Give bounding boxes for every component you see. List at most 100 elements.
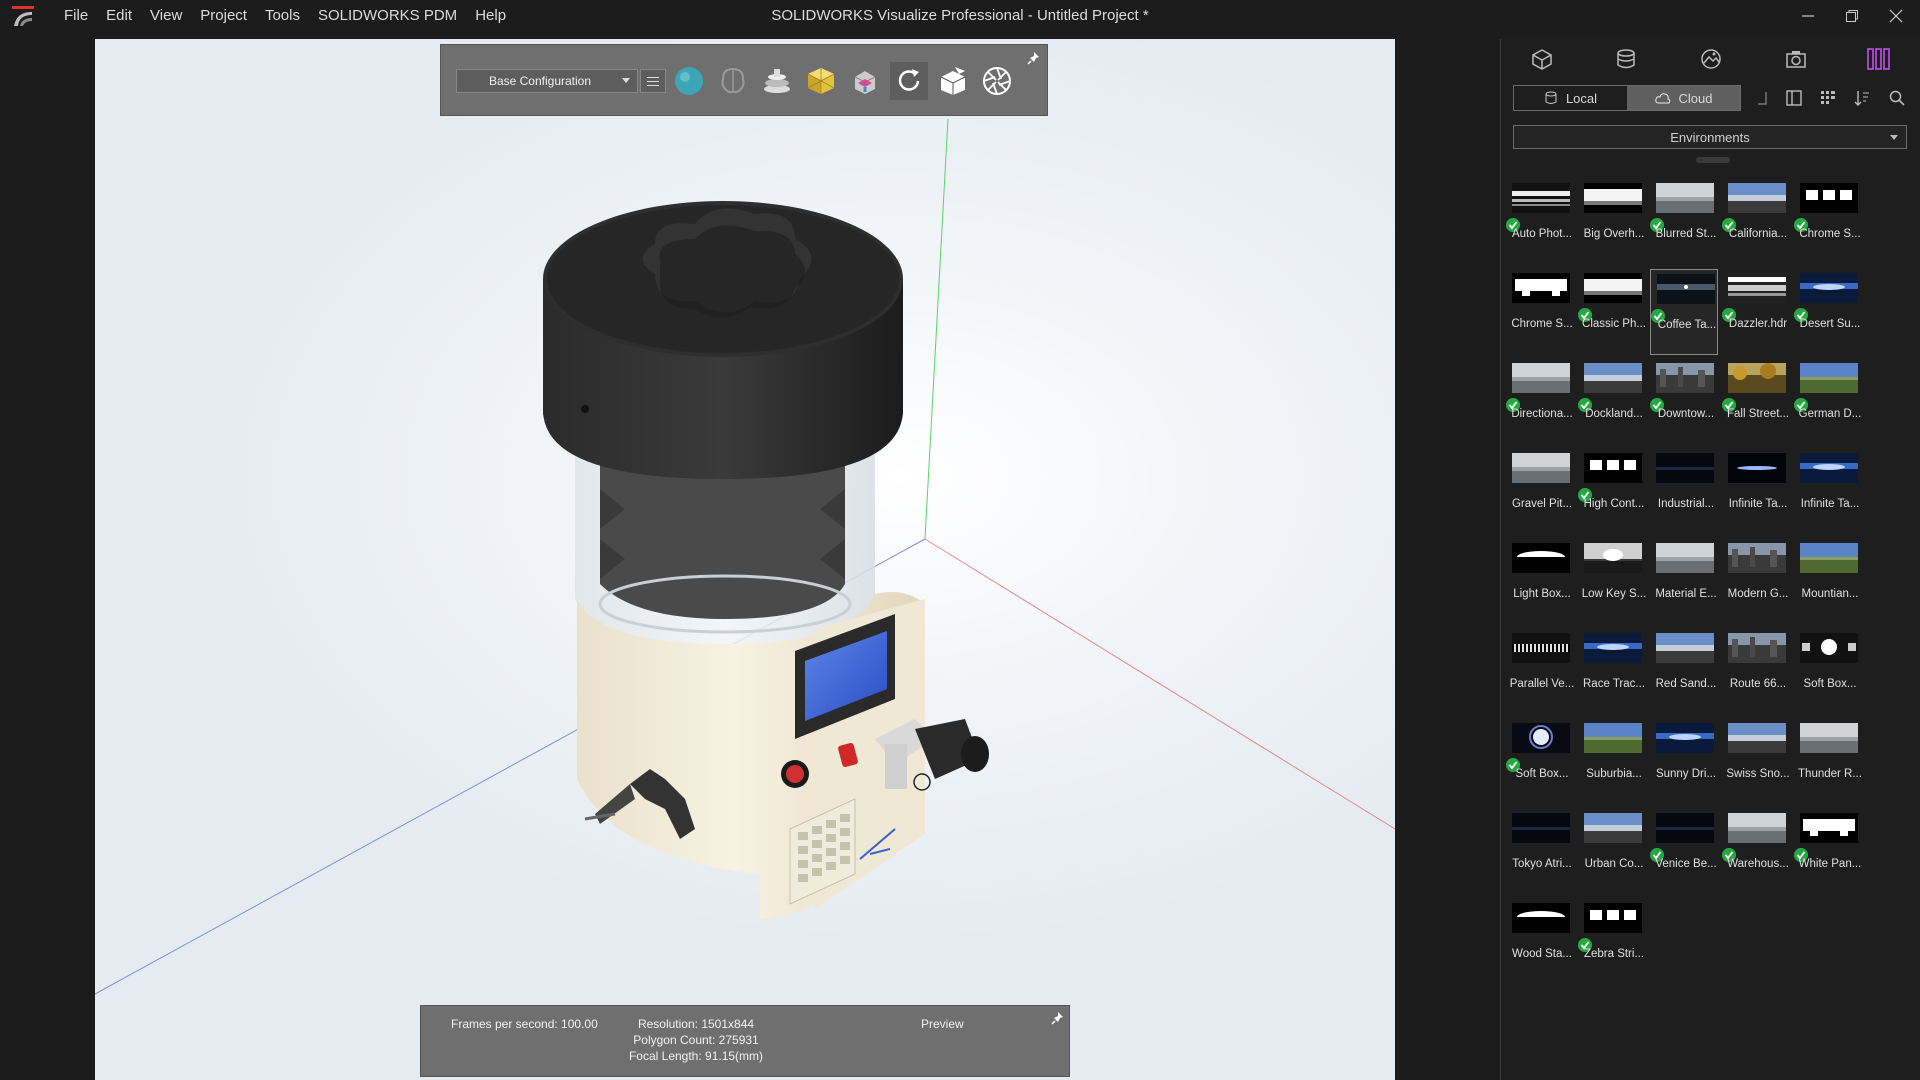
environment-item[interactable]: Directiona...	[1506, 359, 1574, 445]
palette-panel: Local Cloud Environments Auto Phot... Big…	[1500, 39, 1920, 1080]
cameras-tab-icon[interactable]	[1780, 45, 1812, 73]
environment-label: Thunder R...	[1798, 768, 1862, 780]
category-dropdown[interactable]: Environments	[1513, 125, 1907, 149]
environment-item[interactable]: Gravel Pit...	[1506, 449, 1574, 535]
environment-label: Light Box...	[1513, 588, 1571, 600]
environment-item[interactable]: Big Overh...	[1578, 179, 1646, 265]
resolution-readout: Resolution: 1501x844	[637, 1017, 755, 1031]
search-icon[interactable]	[1886, 87, 1908, 109]
focal-length-readout: Focal Length: 91.15(mm)	[628, 1049, 764, 1063]
environment-item[interactable]: California...	[1722, 179, 1790, 265]
brain-icon[interactable]	[714, 62, 752, 100]
aperture-icon[interactable]	[978, 62, 1016, 100]
environment-item[interactable]: Parallel Ve...	[1506, 629, 1574, 715]
environment-item[interactable]: Desert Su...	[1794, 269, 1862, 355]
box-3d-icon[interactable]	[802, 62, 840, 100]
environment-label: Dazzler.hdr	[1728, 318, 1788, 330]
local-button[interactable]: Local	[1514, 86, 1627, 110]
environment-label: California...	[1728, 228, 1788, 240]
floor-stack-icon[interactable]	[758, 62, 796, 100]
layout-view-icon[interactable]	[1783, 87, 1805, 109]
environment-item[interactable]: Mountian...	[1794, 539, 1862, 625]
minimize-button[interactable]	[1786, 0, 1830, 32]
environment-item[interactable]: Industrial...	[1650, 449, 1718, 535]
menu-edit[interactable]: Edit	[97, 0, 141, 32]
environment-label: Big Overh...	[1583, 228, 1645, 240]
environment-thumbnail	[1512, 543, 1570, 573]
environment-item[interactable]: German D...	[1794, 359, 1862, 445]
environment-label: Soft Box...	[1803, 678, 1857, 690]
environment-item[interactable]: Wood Sta...	[1506, 899, 1574, 985]
environment-thumbnail	[1584, 273, 1642, 303]
environment-item[interactable]: Race Trac...	[1578, 629, 1646, 715]
fps-readout: Frames per second: 100.00	[451, 1017, 598, 1031]
menu-tools[interactable]: Tools	[256, 0, 309, 32]
menu-project[interactable]: Project	[191, 0, 256, 32]
environment-item[interactable]: Chrome S...	[1794, 179, 1862, 265]
environment-item[interactable]: Blurred St...	[1650, 179, 1718, 265]
cloud-button[interactable]: Cloud	[1627, 86, 1740, 110]
new-folder-icon[interactable]	[1751, 87, 1773, 109]
environment-item[interactable]: Suburbia...	[1578, 719, 1646, 805]
category-label: Environments	[1670, 129, 1750, 145]
grid-view-icon[interactable]	[1817, 87, 1839, 109]
environment-item[interactable]: Downtow...	[1650, 359, 1718, 445]
app-logo-icon[interactable]	[10, 4, 36, 28]
environment-item[interactable]: Warehous...	[1722, 809, 1790, 895]
environment-item[interactable]: Urban Co...	[1578, 809, 1646, 895]
environment-item[interactable]: Light Box...	[1506, 539, 1574, 625]
environment-item[interactable]: Zebra Stri...	[1578, 899, 1646, 985]
restore-button[interactable]	[1830, 0, 1874, 32]
configuration-list-button[interactable]	[640, 69, 666, 93]
environment-thumbnail	[1584, 183, 1642, 213]
environment-item[interactable]: Thunder R...	[1794, 719, 1862, 805]
environment-item[interactable]: Fall Street...	[1722, 359, 1790, 445]
environment-item[interactable]: Swiss Sno...	[1722, 719, 1790, 805]
pin-stats-icon[interactable]	[1051, 1011, 1065, 1025]
sort-icon[interactable]	[1851, 87, 1873, 109]
menu-view[interactable]: View	[141, 0, 191, 32]
refresh-icon[interactable]	[890, 62, 928, 100]
environment-item[interactable]: Infinite Ta...	[1794, 449, 1862, 535]
environment-item[interactable]: Infinite Ta...	[1722, 449, 1790, 535]
environment-item[interactable]: Red Sand...	[1650, 629, 1718, 715]
environment-label: Venice Be...	[1655, 858, 1717, 870]
render-viewport[interactable]	[95, 39, 1395, 1080]
libraries-tab-icon[interactable]	[1863, 45, 1895, 73]
environment-item[interactable]: Classic Ph...	[1578, 269, 1646, 355]
environment-item[interactable]: Soft Box...	[1506, 719, 1574, 805]
environment-item[interactable]: Chrome S...	[1506, 269, 1574, 355]
environment-item[interactable]: Tokyo Atri...	[1506, 809, 1574, 895]
sphere-icon[interactable]	[670, 62, 708, 100]
environment-item[interactable]: Low Key S...	[1578, 539, 1646, 625]
environment-item[interactable]: Venice Be...	[1650, 809, 1718, 895]
environment-item[interactable]: Dockland...	[1578, 359, 1646, 445]
environment-item[interactable]: Route 66...	[1722, 629, 1790, 715]
environment-label: Infinite Ta...	[1800, 498, 1860, 510]
scroll-handle[interactable]	[1696, 157, 1730, 163]
configuration-select[interactable]: Base Configuration	[456, 69, 638, 93]
environment-thumbnail	[1657, 274, 1715, 304]
scenes-tab-icon[interactable]	[1695, 45, 1727, 73]
environment-thumbnail	[1656, 723, 1714, 753]
models-tab-icon[interactable]	[1526, 45, 1558, 73]
render-stats-panel: Frames per second: 100.00 Resolution: 15…	[420, 1005, 1070, 1077]
menu-solidworks-pdm[interactable]: SOLIDWORKS PDM	[309, 0, 466, 32]
pin-toolbar-icon[interactable]	[1027, 51, 1041, 65]
close-button[interactable]	[1874, 0, 1918, 32]
environment-item[interactable]: Sunny Dri...	[1650, 719, 1718, 805]
environment-item[interactable]: Coffee Ta...	[1650, 269, 1718, 355]
environment-item[interactable]: High Cont...	[1578, 449, 1646, 535]
menu-file[interactable]: File	[55, 0, 97, 32]
environment-item[interactable]: White Pan...	[1794, 809, 1862, 895]
environment-item[interactable]: Auto Phot...	[1506, 179, 1574, 265]
environment-item[interactable]: Modern G...	[1722, 539, 1790, 625]
menu-help[interactable]: Help	[466, 0, 515, 32]
cube-split-icon[interactable]	[934, 62, 972, 100]
environment-item[interactable]: Material E...	[1650, 539, 1718, 625]
appearances-tab-icon[interactable]	[1610, 45, 1642, 73]
environment-item[interactable]: Soft Box...	[1794, 629, 1862, 715]
environment-item[interactable]: Dazzler.hdr	[1722, 269, 1790, 355]
paint-bucket-icon[interactable]	[846, 62, 884, 100]
title-bar: File Edit View Project Tools SOLIDWORKS …	[0, 0, 1920, 32]
